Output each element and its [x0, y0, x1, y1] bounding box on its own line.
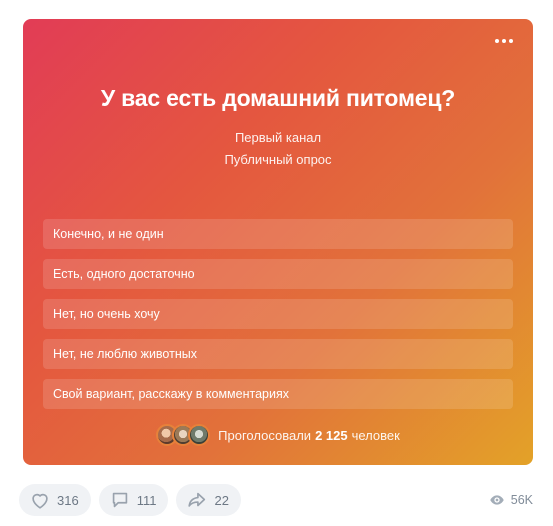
like-button[interactable]: 316 [19, 484, 91, 516]
poll-type: Публичный опрос [224, 152, 332, 167]
more-options-icon[interactable] [491, 31, 517, 51]
comment-button[interactable]: 111 [98, 484, 169, 516]
voters-summary[interactable]: Проголосовали 2 125 человек [23, 424, 533, 446]
poll-option[interactable]: Свой вариант, расскажу в комментариях [43, 379, 513, 409]
share-count: 22 [214, 492, 229, 508]
like-count: 316 [57, 492, 79, 508]
heart-icon [32, 493, 48, 509]
poll-author[interactable]: Первый канал [23, 130, 533, 145]
avatar [188, 424, 211, 446]
poll-option[interactable]: Конечно, и не один [43, 219, 513, 249]
voters-suffix: человек [351, 427, 400, 443]
comment-icon [112, 492, 127, 508]
poll-options: Конечно, и не один Есть, одного достаточ… [43, 219, 513, 419]
poll-option[interactable]: Нет, не люблю животных [43, 339, 513, 369]
poll-option[interactable]: Есть, одного достаточно [43, 259, 513, 289]
voter-avatars [156, 424, 211, 446]
post-footer: 316 111 22 56K [19, 484, 533, 516]
views-count: 56K [510, 493, 533, 507]
comment-count: 111 [136, 492, 157, 508]
share-arrow-icon [188, 492, 206, 507]
voters-prefix: Проголосовали [218, 427, 312, 443]
poll-option[interactable]: Нет, но очень хочу [43, 299, 513, 329]
views-counter: 56K [489, 492, 533, 508]
poll-title: У вас есть домашний питомец? [100, 85, 456, 111]
share-button[interactable]: 22 [176, 484, 241, 516]
voters-count: 2 125 [315, 427, 348, 443]
poll-card: У вас есть домашний питомец? Первый кана… [23, 19, 533, 465]
eye-icon [490, 495, 504, 505]
